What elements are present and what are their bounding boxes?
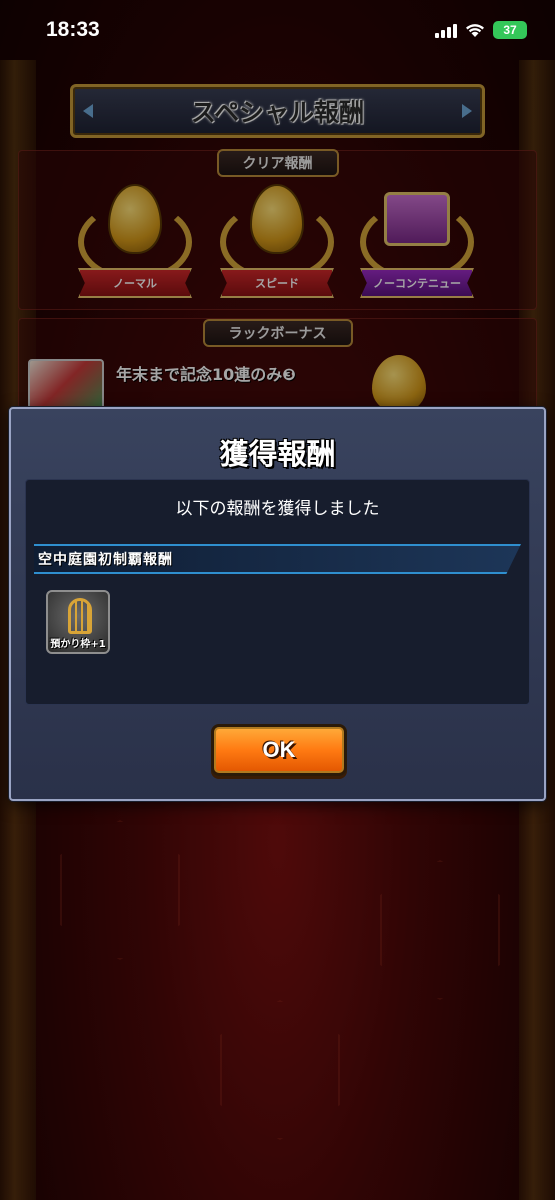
reward-item-caption: 預かり枠+1 — [50, 639, 106, 650]
ok-button[interactable]: OK — [211, 724, 347, 776]
reward-section-header: 空中庭園初制覇報酬 — [34, 544, 521, 574]
wifi-icon — [466, 23, 484, 37]
dialog-content: 以下の報酬を獲得しました 空中庭園初制覇報酬 預かり枠+1 — [25, 479, 530, 705]
reward-item[interactable]: 預かり枠+1 — [46, 590, 110, 654]
reward-section-title: 空中庭園初制覇報酬 — [38, 552, 173, 568]
dialog-message: 以下の報酬を獲得しました — [175, 499, 380, 519]
birdcage-icon — [68, 598, 92, 634]
reward-dialog: 獲得報酬 以下の報酬を獲得しました 空中庭園初制覇報酬 預かり枠+1 OK — [9, 407, 546, 801]
dialog-title: 獲得報酬 — [219, 437, 336, 471]
status-bar: 18:33 37 — [0, 0, 555, 60]
cellular-signal-icon — [435, 22, 457, 38]
status-time: 18:33 — [46, 18, 100, 41]
battery-icon: 37 — [493, 21, 527, 39]
